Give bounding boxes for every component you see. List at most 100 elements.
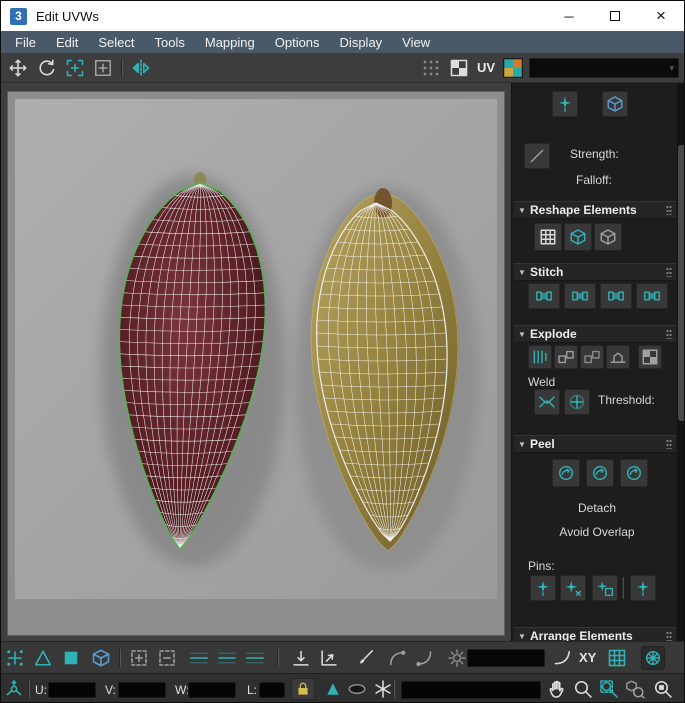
statusbar-separator [393,680,395,698]
vertex-mode-icon[interactable] [5,648,25,668]
select-gap-icon[interactable] [245,648,265,668]
relax-brush-button[interactable] [602,91,628,117]
toolbar-value-field[interactable] [467,649,545,667]
grow-selection-icon[interactable] [129,648,149,668]
rotate-tool-icon[interactable] [37,58,57,78]
explode-columns-button[interactable] [528,345,552,369]
scrollbar-thumb[interactable] [678,145,684,421]
pan-hand-icon[interactable] [547,679,567,699]
uv-checker-icon[interactable] [503,58,523,78]
polygon-mode-icon[interactable] [61,648,81,668]
align-bottom-icon[interactable] [291,648,311,668]
section-reshape-elements[interactable]: ▼ Reshape Elements [514,201,676,219]
falloff-hook-alt-icon[interactable] [415,648,435,668]
pin-button[interactable] [530,575,556,601]
grid-snap-icon[interactable] [607,648,627,668]
select-loop-icon[interactable] [189,648,209,668]
menu-file[interactable]: File [5,33,46,52]
edge-mode-icon[interactable] [33,648,53,668]
peel-mode-button[interactable] [586,459,614,487]
reshape-cube-button[interactable] [564,223,592,251]
snap-grid-icon[interactable] [421,58,441,78]
relax-grid-icon [539,228,557,246]
menu-bar: File Edit Select Tools Mapping Options D… [1,31,684,53]
falloff-hook-icon[interactable] [387,648,407,668]
stitch-target-button[interactable] [636,283,668,309]
texture-dropdown[interactable]: ▾ [529,58,679,78]
section-explode[interactable]: ▼ Explode [514,325,676,343]
l-value-field[interactable] [259,682,285,698]
relax-grid-button[interactable] [534,223,562,251]
zoom-extents-icon[interactable] [625,679,645,699]
maximize-button[interactable] [592,1,638,31]
menu-edit[interactable]: Edit [46,33,88,52]
stitch-target-icon [643,287,661,305]
relative-mode-icon[interactable] [323,679,343,699]
stitch-custom-button[interactable] [528,283,560,309]
smooth-curve-icon[interactable] [553,648,573,668]
flatten-icon [609,348,627,366]
explode-objects-button[interactable] [580,345,604,369]
axis-gizmo-icon[interactable] [4,679,24,699]
stitch-source-button[interactable] [600,283,632,309]
section-title: Reshape Elements [530,203,637,217]
tool-panel: Strength: Falloff: ▼ Reshape Elements ▼ … [511,83,684,641]
uv-viewport[interactable] [7,91,505,636]
pin-tool-icon [634,579,652,597]
uvw-gizmo-button[interactable] [641,646,665,670]
lock-selection-button[interactable] [291,678,315,700]
section-peel[interactable]: ▼ Peel [514,435,676,453]
paint-brush-icon [556,95,574,113]
weld-selected-button[interactable] [534,389,560,415]
menu-view[interactable]: View [392,33,440,52]
chevron-down-icon: ▾ [669,62,674,73]
stitch-average-button[interactable] [564,283,596,309]
freeform-mode-icon[interactable] [65,58,85,78]
paint-brush-button[interactable] [552,91,578,117]
align-corner-icon[interactable] [319,648,339,668]
element-mode-icon[interactable] [91,648,111,668]
edit-seams-button[interactable] [620,459,648,487]
move-tool-icon[interactable] [8,58,28,78]
freeze-icon[interactable] [373,679,393,699]
quick-peel-icon [557,464,575,482]
checker-pattern-icon[interactable] [449,58,469,78]
close-icon: × [656,6,666,25]
section-arrange-elements[interactable]: ▼ Arrange Elements [514,627,676,641]
pins-separator [622,577,624,599]
menu-options[interactable]: Options [265,33,330,52]
reshape-cube-alt-button[interactable] [594,223,622,251]
pin-region-button[interactable] [592,575,618,601]
target-weld-button[interactable] [564,389,590,415]
w-value-field[interactable] [188,682,236,698]
flatten-button[interactable] [606,345,630,369]
unpin-button[interactable] [560,575,586,601]
close-button[interactable]: × [638,1,684,31]
menu-mapping[interactable]: Mapping [195,33,265,52]
shrink-selection-icon[interactable] [157,648,177,668]
falloff-type-button[interactable] [524,143,550,169]
window-title: Edit UVWs [36,8,99,24]
menu-tools[interactable]: Tools [145,33,195,52]
panel-scrollbar[interactable] [677,83,684,641]
zoom-region-icon[interactable] [599,679,619,699]
prompt-field[interactable] [401,681,541,699]
options-gear-icon[interactable] [447,648,467,668]
quick-peel-button[interactable] [552,459,580,487]
flatten-checker-button[interactable] [638,345,662,369]
u-value-field[interactable] [48,682,96,698]
paint-select-icon[interactable] [355,648,375,668]
v-value-field[interactable] [118,682,166,698]
zoom-icon[interactable] [573,679,593,699]
menu-select[interactable]: Select [88,33,144,52]
section-stitch[interactable]: ▼ Stitch [514,263,676,281]
menu-display[interactable]: Display [330,33,393,52]
pin-tool-button[interactable] [630,575,656,601]
shaded-toggle-icon[interactable] [347,679,367,699]
mirror-icon[interactable] [131,58,151,78]
explode-groups-button[interactable] [554,345,578,369]
zoom-region-tool-icon[interactable] [93,58,113,78]
minimize-button[interactable]: ─ [546,1,592,31]
zoom-selected-icon[interactable] [653,679,673,699]
select-ring-icon[interactable] [217,648,237,668]
